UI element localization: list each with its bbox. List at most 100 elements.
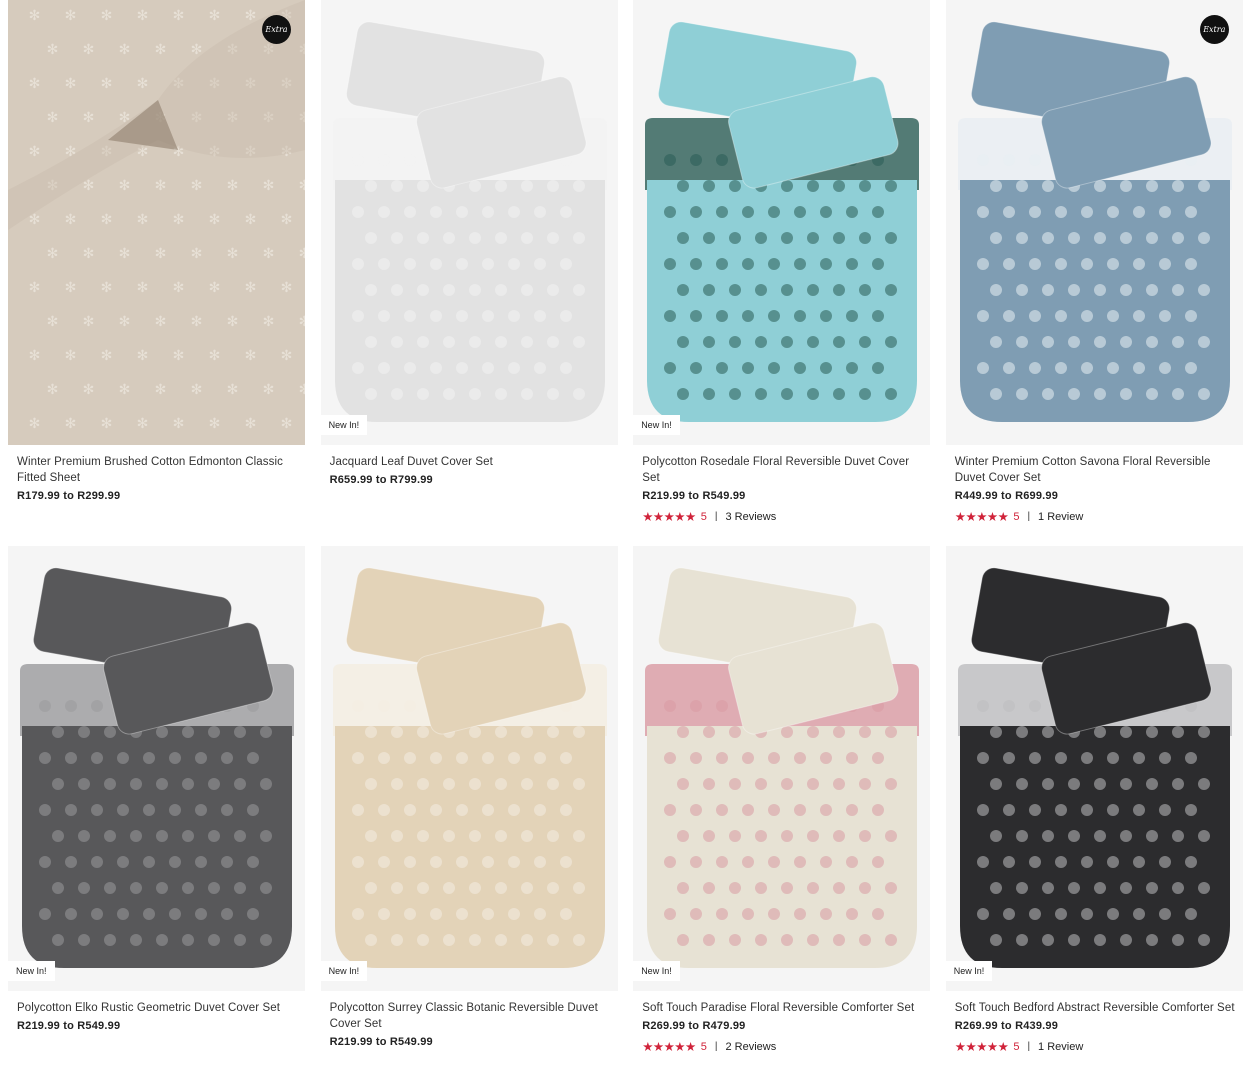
product-image[interactable]: New In!: [320, 546, 618, 991]
product-info: Polycotton Rosedale Floral Reversible Du…: [633, 445, 930, 524]
svg-text:✻: ✻: [137, 211, 149, 227]
reviews-link[interactable]: 2 Reviews: [725, 1041, 776, 1053]
svg-text:✻: ✻: [29, 75, 41, 91]
svg-text:✻: ✻: [101, 279, 113, 295]
product-name-link[interactable]: Soft Touch Paradise Floral Reversible Co…: [642, 1000, 922, 1016]
svg-text:✻: ✻: [155, 381, 167, 397]
product-name-link[interactable]: Polycotton Elko Rustic Geometric Duvet C…: [17, 1000, 297, 1016]
svg-text:✻: ✻: [65, 7, 77, 23]
svg-text:✻: ✻: [155, 41, 167, 57]
svg-text:✻: ✻: [119, 177, 131, 193]
svg-text:✻: ✻: [101, 347, 113, 363]
svg-text:✻: ✻: [209, 279, 221, 295]
svg-text:✻: ✻: [299, 313, 305, 329]
svg-text:✻: ✻: [209, 347, 221, 363]
star-rating-icon: ★★★★★: [642, 510, 696, 524]
product-name-link[interactable]: Winter Premium Brushed Cotton Edmonton C…: [17, 454, 297, 486]
divider: |: [714, 1041, 718, 1052]
svg-text:✻: ✻: [281, 211, 293, 227]
svg-text:✻: ✻: [191, 245, 203, 261]
svg-text:✻: ✻: [173, 347, 185, 363]
svg-text:✻: ✻: [155, 313, 167, 329]
product-card[interactable]: Extra Winter Premium Cotton Savona Floral…: [945, 0, 1243, 546]
product-photo: [945, 0, 1243, 445]
svg-text:✻: ✻: [299, 177, 305, 193]
svg-text:✻: ✻: [209, 7, 221, 23]
product-photo: [320, 0, 618, 445]
divider: |: [1027, 1041, 1031, 1052]
product-name-link[interactable]: Jacquard Leaf Duvet Cover Set: [330, 454, 610, 470]
svg-text:✻: ✻: [209, 211, 221, 227]
svg-text:✻: ✻: [281, 279, 293, 295]
svg-text:✻: ✻: [119, 313, 131, 329]
product-info: Jacquard Leaf Duvet Cover Set R659.99 to …: [321, 445, 618, 486]
product-image[interactable]: New In!: [320, 0, 618, 445]
svg-text:✻: ✻: [263, 177, 275, 193]
product-photo: [945, 546, 1243, 991]
svg-text:✻: ✻: [83, 41, 95, 57]
svg-text:✻: ✻: [227, 313, 239, 329]
product-card[interactable]: New In! Soft Touch Paradise Floral Revers…: [633, 546, 931, 1092]
svg-text:✻: ✻: [47, 109, 59, 125]
new-in-badge: New In!: [320, 961, 368, 981]
svg-text:✻: ✻: [245, 211, 257, 227]
svg-text:✻: ✻: [83, 109, 95, 125]
svg-text:✻: ✻: [173, 211, 185, 227]
product-image[interactable]: New In!: [633, 546, 931, 991]
reviews-link[interactable]: 1 Review: [1038, 511, 1083, 523]
star-rating-icon: ★★★★★: [954, 1040, 1009, 1054]
product-card[interactable]: ✻ ✻ ✻ ✻ ✻ ✻ ✻ ✻ ✻ ✻ ✻ ✻ ✻ ✻ ✻ ✻ ✻ ✻ ✻ ✻ ✻ ✻ ✻ ✻ ✻ ✻ ✻ ✻ ✻ ✻ ✻ ✻ ✻ ✻ ✻ ✻ ✻ ✻ ✻ ✻…: [8, 0, 305, 546]
product-image[interactable]: New In!: [945, 546, 1243, 991]
product-rating: ★★★★★ 5 | 2 Reviews: [642, 1039, 922, 1054]
product-rating: ★★★★★ 5 | 3 Reviews: [642, 509, 922, 524]
product-image[interactable]: New In!: [633, 0, 931, 445]
product-photo: [633, 0, 931, 445]
svg-text:✻: ✻: [101, 211, 113, 227]
svg-text:✻: ✻: [299, 245, 305, 261]
product-card[interactable]: New In! Polycotton Elko Rustic Geometric …: [8, 546, 305, 1092]
product-card[interactable]: New In! Polycotton Surrey Classic Botanic…: [320, 546, 618, 1092]
svg-text:✻: ✻: [83, 245, 95, 261]
product-info: Polycotton Elko Rustic Geometric Duvet C…: [8, 991, 305, 1032]
product-card[interactable]: New In! Jacquard Leaf Duvet Cover Set R659…: [320, 0, 618, 546]
reviews-link[interactable]: 1 Review: [1038, 1041, 1083, 1053]
rating-score: 5: [1013, 510, 1020, 523]
product-price: R449.99 to R699.99: [954, 490, 1059, 502]
svg-text:✻: ✻: [65, 347, 77, 363]
product-card[interactable]: New In! Polycotton Rosedale Floral Revers…: [633, 0, 931, 546]
svg-text:✻: ✻: [191, 177, 203, 193]
new-in-badge: New In!: [320, 415, 368, 435]
svg-text:✻: ✻: [281, 415, 293, 431]
svg-text:✻: ✻: [101, 7, 113, 23]
new-in-badge: New In!: [633, 961, 680, 981]
product-info: Winter Premium Brushed Cotton Edmonton C…: [8, 445, 305, 502]
product-rating: ★★★★★ 5 | 1 Review: [955, 509, 1235, 524]
product-grid: ✻ ✻ ✻ ✻ ✻ ✻ ✻ ✻ ✻ ✻ ✻ ✻ ✻ ✻ ✻ ✻ ✻ ✻ ✻ ✻ ✻ ✻ ✻ ✻ ✻ ✻ ✻ ✻ ✻ ✻ ✻ ✻ ✻ ✻ ✻ ✻ ✻ ✻ ✻ ✻…: [8, 0, 1243, 1092]
new-in-badge: New In!: [8, 961, 55, 981]
product-image[interactable]: Extra: [945, 0, 1243, 445]
product-name-link[interactable]: Polycotton Surrey Classic Botanic Revers…: [330, 1000, 610, 1032]
svg-text:✻: ✻: [119, 41, 131, 57]
product-info: Winter Premium Cotton Savona Floral Reve…: [946, 445, 1243, 524]
svg-text:✻: ✻: [65, 279, 77, 295]
product-card[interactable]: New In! Soft Touch Bedford Abstract Rever…: [945, 546, 1243, 1092]
svg-text:✻: ✻: [191, 381, 203, 397]
svg-text:✻: ✻: [191, 41, 203, 57]
divider: |: [714, 511, 718, 522]
product-image[interactable]: ✻ ✻ ✻ ✻ ✻ ✻ ✻ ✻ ✻ ✻ ✻ ✻ ✻ ✻ ✻ ✻ ✻ ✻ ✻ ✻ ✻ ✻ ✻ ✻ ✻ ✻ ✻ ✻ ✻ ✻ ✻ ✻ ✻ ✻ ✻ ✻ ✻ ✻ ✻ ✻…: [8, 0, 305, 445]
product-name-link[interactable]: Polycotton Rosedale Floral Reversible Du…: [642, 454, 922, 486]
product-name-link[interactable]: Winter Premium Cotton Savona Floral Reve…: [955, 454, 1235, 486]
svg-text:✻: ✻: [263, 245, 275, 261]
svg-text:✻: ✻: [209, 415, 221, 431]
svg-text:✻: ✻: [29, 7, 41, 23]
svg-text:✻: ✻: [137, 75, 149, 91]
product-name-link[interactable]: Soft Touch Bedford Abstract Reversible C…: [955, 1000, 1235, 1016]
product-image[interactable]: New In!: [8, 546, 305, 991]
svg-text:✻: ✻: [65, 211, 77, 227]
product-price: R659.99 to R799.99: [329, 474, 433, 486]
svg-text:✻: ✻: [281, 347, 293, 363]
rating-score: 5: [700, 510, 707, 523]
svg-text:✻: ✻: [245, 347, 257, 363]
extra-logo-icon: Extra: [262, 15, 291, 44]
reviews-link[interactable]: 3 Reviews: [725, 511, 776, 523]
